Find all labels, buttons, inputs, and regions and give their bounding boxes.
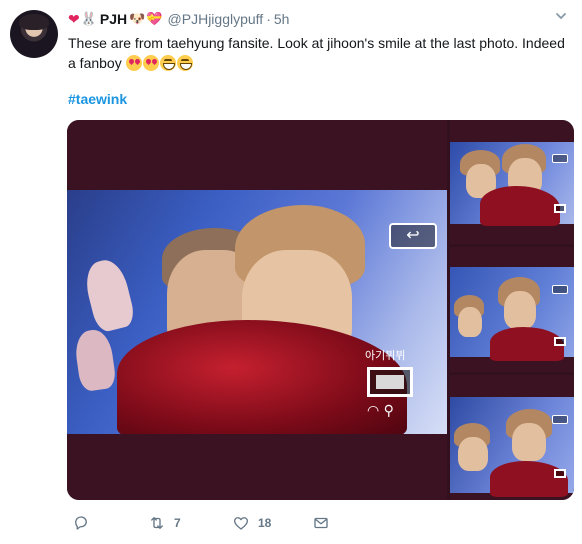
tweet-card[interactable]: ❤ 🐰 PJH 🐶 💝 @PJHjigglypuff · 5h These ar… — [0, 0, 582, 544]
heart-ribbon-icon: 💝 — [146, 11, 163, 26]
tweet-actions: 7 18 — [68, 512, 468, 534]
camera-frame-icon — [367, 367, 413, 397]
tweet-header: ❤ 🐰 PJH 🐶 💝 @PJHjigglypuff · 5h — [68, 9, 289, 29]
heart-icon: ❤ — [68, 11, 80, 27]
like-count: 18 — [258, 516, 272, 530]
grinning-face-icon — [159, 55, 176, 71]
tweet-text: These are from taehyung fansite. Look at… — [68, 33, 568, 73]
heart-eyes-icon — [125, 55, 142, 71]
photo-thumbnail-2[interactable] — [450, 247, 574, 372]
dog-face-icon: 🐶 — [129, 11, 146, 26]
heart-eyes-icon — [142, 55, 159, 71]
media-grid: ↩ 아기뷔뷔 ◠ ⚲ — [67, 120, 574, 500]
reply-icon — [75, 516, 87, 530]
photo-thumbnail-1[interactable] — [450, 120, 574, 244]
heart-outline-icon — [233, 517, 249, 530]
camera-tools-icon: ◠ ⚲ — [367, 403, 394, 419]
reply-button[interactable] — [72, 512, 98, 534]
camera-back-icon: ↩ — [389, 223, 437, 249]
chevron-down-icon[interactable] — [554, 10, 568, 24]
like-button[interactable]: 18 — [232, 512, 271, 534]
retweet-count: 7 — [174, 516, 181, 530]
separator-dot: · — [266, 11, 271, 27]
direct-message-button[interactable] — [312, 512, 330, 534]
envelope-icon — [314, 517, 328, 529]
user-handle[interactable]: @PJHjigglypuff — [168, 11, 264, 27]
display-name[interactable]: PJH — [100, 11, 127, 27]
retweet-button[interactable]: 7 — [148, 512, 181, 534]
photo-thumbnail-3[interactable] — [450, 375, 574, 500]
camera-label: 아기뷔뷔 — [365, 349, 406, 362]
retweet-icon — [151, 517, 163, 529]
avatar[interactable] — [10, 10, 58, 58]
timestamp[interactable]: 5h — [274, 11, 290, 27]
hashtag-link[interactable]: #taewink — [68, 91, 127, 107]
photo-main[interactable]: ↩ 아기뷔뷔 ◠ ⚲ — [67, 120, 447, 500]
rabbit-face-icon: 🐰 — [80, 11, 97, 26]
grinning-face-icon — [176, 55, 193, 71]
